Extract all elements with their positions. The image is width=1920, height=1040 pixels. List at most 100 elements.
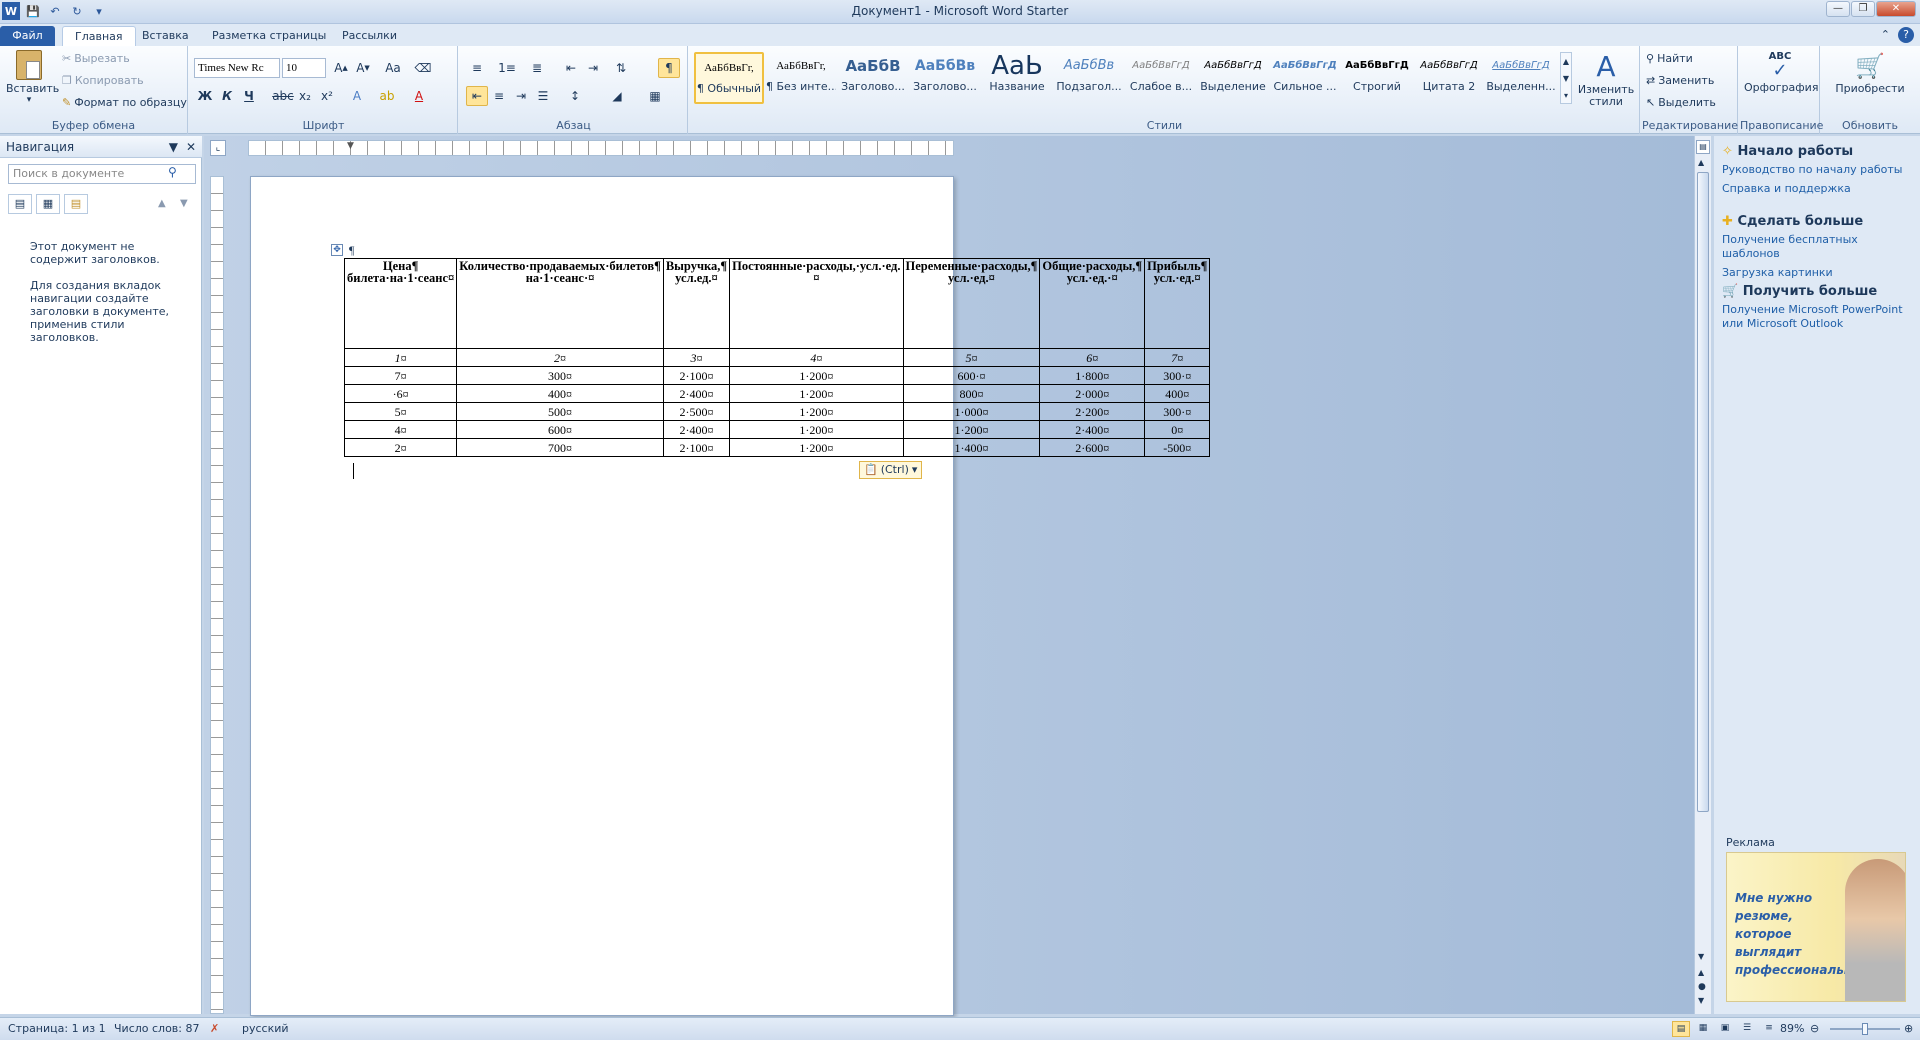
table-cell[interactable]: 2·400¤ <box>662 384 731 403</box>
style-subtle-emphasis[interactable]: АаБбВвГгД Слабое в... <box>1126 52 1196 104</box>
table-cell[interactable]: 1·200¤ <box>729 438 904 457</box>
subscript-icon[interactable]: x₂ <box>294 86 316 106</box>
header-cell[interactable]: Переменные·расходы,¶ усл.·ед.¤ <box>902 258 1041 349</box>
browse-object-icon[interactable]: ● <box>1698 982 1706 992</box>
bullets-icon[interactable]: ≡ <box>466 58 488 78</box>
browse-pages-icon[interactable]: ▦ <box>36 194 60 214</box>
horizontal-ruler[interactable]: ▼ <box>248 140 954 156</box>
numbering-icon[interactable]: 1≡ <box>496 58 518 78</box>
document-page[interactable]: ✥ ¶ Цена¶ билета·на·1·сеанс¤ Количество·… <box>250 176 1211 1016</box>
table-cell[interactable]: 7¤ <box>1144 348 1211 367</box>
style-intense-quote[interactable]: АаБбВвГгД Выделенн... <box>1486 52 1556 104</box>
table-cell[interactable]: 2·200¤ <box>1039 402 1146 421</box>
browse-headings-icon[interactable]: ▤ <box>8 194 32 214</box>
table-cell[interactable]: 600·¤ <box>902 366 1041 385</box>
proofing-status-icon[interactable]: ✗ <box>210 1018 219 1040</box>
tab-file[interactable]: Файл <box>0 26 55 46</box>
search-icon[interactable]: ⚲ <box>168 165 177 179</box>
change-case-icon[interactable]: Aa <box>382 58 404 78</box>
tab-mailings[interactable]: Рассылки <box>330 26 409 46</box>
styles-scroll[interactable]: ▲ ▼ ▾ <box>1560 52 1572 104</box>
table-cell[interactable]: 2·500¤ <box>662 402 731 421</box>
link-free-templates[interactable]: Получение бесплатных шаблонов <box>1722 233 1916 261</box>
table-cell[interactable]: 2¤ <box>343 438 458 457</box>
header-cell[interactable]: Постоянные·расходы,·усл.·ед.¤ <box>729 258 904 349</box>
table-cell[interactable]: 2·100¤ <box>662 438 731 457</box>
style-intense-emphasis[interactable]: АаБбВвГгД Сильное ... <box>1270 52 1340 104</box>
table-cell[interactable]: 2¤ <box>456 348 664 367</box>
sort-icon[interactable]: ⇅ <box>610 58 632 78</box>
table-move-handle-icon[interactable]: ✥ <box>331 244 343 256</box>
vertical-ruler[interactable] <box>210 176 224 1014</box>
language[interactable]: русский <box>242 1018 289 1040</box>
style-emphasis[interactable]: АаБбВвГгД Выделение <box>1198 52 1268 104</box>
table-cell[interactable]: 1·000¤ <box>902 402 1041 421</box>
highlight-icon[interactable]: ab <box>376 86 398 106</box>
zoom-slider[interactable] <box>1830 1023 1900 1035</box>
font-color-icon[interactable]: A <box>408 86 430 106</box>
minimize-ribbon-icon[interactable]: ⌃ <box>1881 28 1890 41</box>
table-cell[interactable]: 800¤ <box>902 384 1041 403</box>
scroll-up-icon[interactable]: ▲ <box>1698 158 1704 167</box>
buy-button[interactable]: 🛒 Приобрести <box>1826 50 1914 95</box>
text-effects-icon[interactable]: A <box>346 86 368 106</box>
tab-selector-icon[interactable]: ⌞ <box>210 140 226 156</box>
style-quote-2[interactable]: АаБбВвГгД Цитата 2 <box>1414 52 1484 104</box>
justify-icon[interactable]: ☰ <box>532 86 554 106</box>
table-cell[interactable]: 1·200¤ <box>729 384 904 403</box>
table-cell[interactable]: 7¤ <box>343 366 458 385</box>
font-size-field[interactable]: 10 <box>282 58 326 78</box>
browse-results-icon[interactable]: ▤ <box>64 194 88 214</box>
link-getting-started-guide[interactable]: Руководство по началу работы <box>1722 163 1916 177</box>
full-screen-icon[interactable]: ▦ <box>1694 1021 1712 1037</box>
table-cell[interactable]: 700¤ <box>456 438 664 457</box>
table-cell[interactable]: 300·¤ <box>1144 402 1211 421</box>
underline-icon[interactable]: Ч <box>238 86 260 106</box>
draft-icon[interactable]: ≡ <box>1760 1021 1778 1037</box>
style-strong[interactable]: АаБбВвГгД Строгий <box>1342 52 1412 104</box>
nav-dropdown-icon[interactable]: ▼ <box>169 136 178 158</box>
select-button[interactable]: ↖ Выделить <box>1646 96 1716 109</box>
header-cell[interactable]: Количество·продаваемых·билетов¶ на·1·сеа… <box>456 258 664 349</box>
table-cell[interactable]: 300·¤ <box>1144 366 1211 385</box>
style-no-spacing[interactable]: АаБбВвГг, ¶ Без инте... <box>766 52 836 104</box>
table-cell[interactable]: -500¤ <box>1144 438 1211 457</box>
table-cell[interactable]: 300¤ <box>456 366 664 385</box>
align-center-icon[interactable]: ≡ <box>488 86 510 106</box>
header-cell[interactable]: Выручка,¶ усл.ед.¤ <box>662 258 731 349</box>
table-cell[interactable]: 1¤ <box>343 348 458 367</box>
table-cell[interactable]: 6¤ <box>1039 348 1146 367</box>
table-cell[interactable]: 2·000¤ <box>1039 384 1146 403</box>
table-cell[interactable]: 2·600¤ <box>1039 438 1146 457</box>
page-count[interactable]: Страница: 1 из 1 <box>8 1018 106 1040</box>
header-cell[interactable]: Прибыль¶ усл.·ед.¤ <box>1144 258 1211 349</box>
table-cell[interactable]: 500¤ <box>456 402 664 421</box>
table-cell[interactable]: 5¤ <box>902 348 1041 367</box>
grow-font-icon[interactable]: A ▲ <box>330 58 352 78</box>
shading-icon[interactable]: ◢ <box>606 86 628 106</box>
borders-icon[interactable]: ▦ <box>644 86 666 106</box>
strikethrough-icon[interactable]: abc <box>272 86 294 106</box>
font-name-field[interactable]: Times New Rc <box>194 58 280 78</box>
vertical-scrollbar[interactable]: ▤ ▲ ▼ ▲ ● ▼ <box>1694 136 1711 1014</box>
table-cell[interactable]: 0¤ <box>1144 420 1211 439</box>
table-cell[interactable]: 4¤ <box>343 420 458 439</box>
show-formatting-marks-icon[interactable]: ¶ <box>658 58 680 78</box>
increase-indent-icon[interactable]: ⇥ <box>582 58 604 78</box>
style-subtitle[interactable]: АаБбВв Подзагол... <box>1054 52 1124 104</box>
style-heading-1[interactable]: АаБбВ Заголово... <box>838 52 908 104</box>
style-normal[interactable]: АаБбВвГг, ¶ Обычный <box>694 52 764 104</box>
tab-insert[interactable]: Вставка <box>130 26 201 46</box>
clear-formatting-icon[interactable]: ⌫ <box>412 58 434 78</box>
shrink-font-icon[interactable]: A ▼ <box>352 58 374 78</box>
tab-page-layout[interactable]: Разметка страницы <box>200 26 338 46</box>
table-cell[interactable]: 400¤ <box>1144 384 1211 403</box>
link-get-office-apps[interactable]: Получение Microsoft PowerPoint или Micro… <box>1722 303 1916 331</box>
cut-button[interactable]: ✂ Вырезать <box>62 52 130 65</box>
align-right-icon[interactable]: ⇥ <box>510 86 532 106</box>
copy-button[interactable]: ❐ Копировать <box>62 74 144 87</box>
word-count[interactable]: Число слов: 87 <box>114 1018 200 1040</box>
close-button[interactable]: ✕ <box>1876 1 1916 17</box>
header-cell[interactable]: Цена¶ билета·на·1·сеанс¤ <box>343 258 458 349</box>
table-cell[interactable]: 400¤ <box>456 384 664 403</box>
